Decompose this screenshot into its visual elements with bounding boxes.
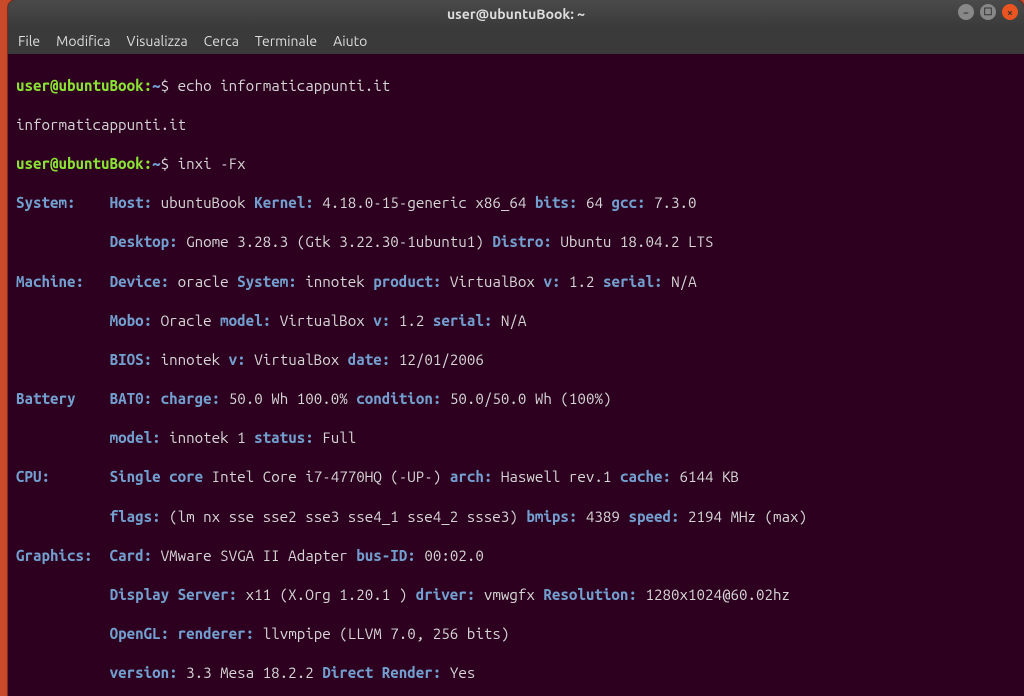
prompt-path: ~ <box>152 77 161 94</box>
titlebar: user@ubuntuBook: ~ − ☐ × <box>8 0 1024 28</box>
section-machine: Machine: <box>16 273 84 290</box>
section-battery: Battery <box>16 390 76 407</box>
section-system: System: <box>16 194 76 211</box>
menu-modifica[interactable]: Modifica <box>56 33 110 49</box>
menu-visualizza[interactable]: Visualizza <box>127 33 188 49</box>
prompt-sep: $ <box>161 77 170 94</box>
menubar: File Modifica Visualizza Cerca Terminale… <box>8 28 1024 54</box>
window-controls: − ☐ × <box>958 4 1018 20</box>
menu-cerca[interactable]: Cerca <box>204 33 239 49</box>
minimize-button[interactable]: − <box>958 4 974 20</box>
echo-output: informaticappunti.it <box>16 115 1016 135</box>
section-graphics: Graphics: <box>16 547 93 564</box>
cmd-inxi: inxi -Fx <box>178 155 246 172</box>
section-cpu: CPU: <box>16 468 50 485</box>
prompt-user: user@ubuntuBook: <box>16 77 152 94</box>
window-title: user@ubuntuBook: ~ <box>447 6 585 22</box>
cmd-echo: echo informaticappunti.it <box>178 77 391 94</box>
menu-file[interactable]: File <box>18 33 40 49</box>
maximize-button[interactable]: ☐ <box>980 4 996 20</box>
menu-aiuto[interactable]: Aiuto <box>333 33 367 49</box>
terminal-window: user@ubuntuBook: ~ − ☐ × File Modifica V… <box>8 0 1024 696</box>
menu-terminale[interactable]: Terminale <box>255 33 317 49</box>
close-button[interactable]: × <box>1002 4 1018 20</box>
terminal-body[interactable]: user@ubuntuBook:~$ echo informaticappunt… <box>8 54 1024 696</box>
